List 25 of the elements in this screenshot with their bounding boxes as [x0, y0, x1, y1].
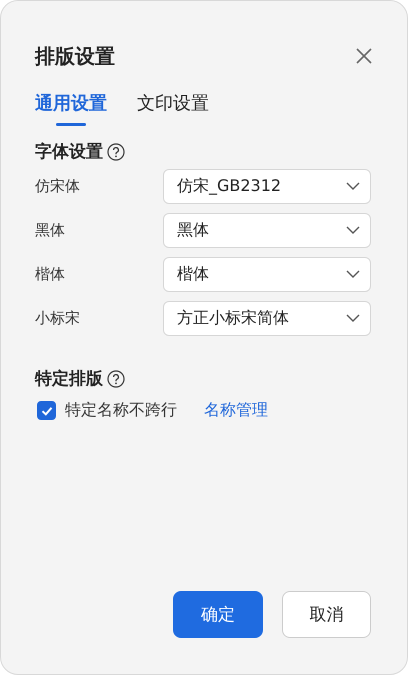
section-heading: 字体设置	[35, 141, 103, 163]
checkbox-label: 特定名称不跨行	[65, 400, 177, 421]
tab[interactable]: 通用设置	[35, 91, 107, 126]
chevron-down-icon	[346, 270, 360, 278]
link[interactable]: 名称管理	[204, 400, 268, 421]
section-heading: 特定排版	[35, 368, 103, 390]
close-icon[interactable]	[355, 47, 373, 65]
font-dropdown[interactable]: 仿宋_GB2312	[163, 168, 371, 204]
field-label: 楷体	[35, 264, 65, 284]
font-dropdown[interactable]: 楷体	[163, 256, 371, 292]
help-icon[interactable]	[107, 370, 125, 388]
checkbox[interactable]	[37, 401, 56, 420]
chevron-down-icon	[346, 226, 360, 234]
font-dropdown[interactable]: 方正小标宋简体	[163, 300, 371, 336]
cancel-button[interactable]: 取消	[282, 591, 371, 638]
confirm-button[interactable]: 确定	[173, 591, 263, 638]
help-icon[interactable]	[107, 142, 125, 160]
chevron-down-icon	[346, 314, 360, 322]
field-label: 黑体	[35, 220, 65, 240]
field-label: 仿宋体	[35, 176, 80, 196]
tab[interactable]: 文印设置	[137, 91, 209, 126]
font-dropdown[interactable]: 黑体	[163, 212, 371, 248]
dialog-title: 排版设置	[35, 42, 115, 70]
field-label: 小标宋	[35, 308, 80, 328]
chevron-down-icon	[346, 182, 360, 190]
